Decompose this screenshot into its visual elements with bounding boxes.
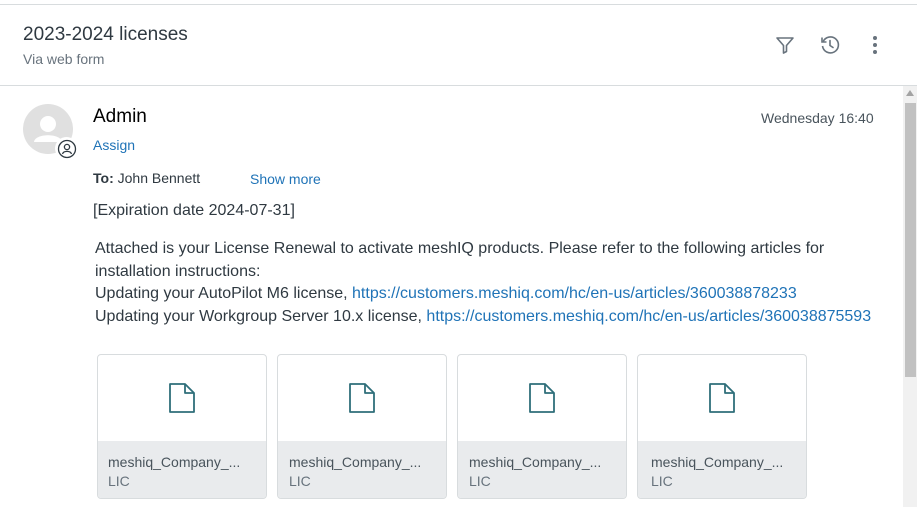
- message-timestamp: Wednesday 16:40: [761, 110, 874, 126]
- attachment-card[interactable]: meshiq_Company_... LIC: [97, 354, 267, 499]
- attachment-name: meshiq_Company_...: [469, 454, 602, 470]
- body-line-1-text: Updating your AutoPilot M6 license,: [95, 285, 353, 302]
- attachment-name: meshiq_Company_...: [108, 454, 241, 470]
- recipient-row: To: John Bennett: [93, 170, 200, 186]
- recipient-name: John Bennett: [117, 170, 201, 186]
- expiration-date: [Expiration date 2024-07-31]: [93, 202, 295, 219]
- ticket-channel: Via web form: [23, 51, 105, 67]
- attachment-extension: LIC: [289, 473, 311, 489]
- history-icon[interactable]: [818, 33, 842, 57]
- attachment-card[interactable]: meshiq_Company_... LIC: [277, 354, 447, 499]
- body-line-2-text: Updating your Workgroup Server 10.x lice…: [95, 307, 427, 325]
- attachment-name: meshiq_Company_...: [289, 454, 422, 470]
- show-more-link[interactable]: Show more: [250, 171, 321, 187]
- file-icon: [169, 383, 195, 413]
- autopilot-article-link[interactable]: https://customers.meshiq.com/hc/en-us/ar…: [352, 285, 797, 302]
- file-icon: [529, 383, 555, 413]
- attachment-card[interactable]: meshiq_Company_... LIC: [457, 354, 627, 499]
- attachment-extension: LIC: [469, 473, 491, 489]
- file-icon: [349, 383, 375, 413]
- assign-link[interactable]: Assign: [93, 137, 135, 153]
- attachment-card[interactable]: meshiq_Company_... LIC: [637, 354, 807, 499]
- attachment-extension: LIC: [108, 473, 130, 489]
- filter-icon[interactable]: [773, 33, 797, 57]
- message-body: Attached is your License Renewal to acti…: [95, 238, 895, 328]
- sender-name: Admin: [93, 106, 147, 127]
- more-vertical-icon[interactable]: [863, 33, 887, 57]
- ticket-header: 2023-2024 licenses Via web form: [0, 5, 917, 86]
- attachment-extension: LIC: [651, 473, 673, 489]
- body-intro: Attached is your License Renewal to acti…: [95, 240, 825, 280]
- agent-badge-icon: [55, 137, 78, 160]
- attachment-name: meshiq_Company_...: [651, 454, 784, 470]
- file-icon: [709, 383, 735, 413]
- workgroup-article-link[interactable]: https://customers.meshiq.com/hc/en-us/ar…: [426, 308, 871, 325]
- scroll-up-arrow-icon[interactable]: [906, 90, 914, 96]
- ticket-subject: 2023-2024 licenses: [23, 24, 188, 45]
- to-label: To:: [93, 170, 114, 186]
- scrollbar-thumb[interactable]: [905, 103, 916, 377]
